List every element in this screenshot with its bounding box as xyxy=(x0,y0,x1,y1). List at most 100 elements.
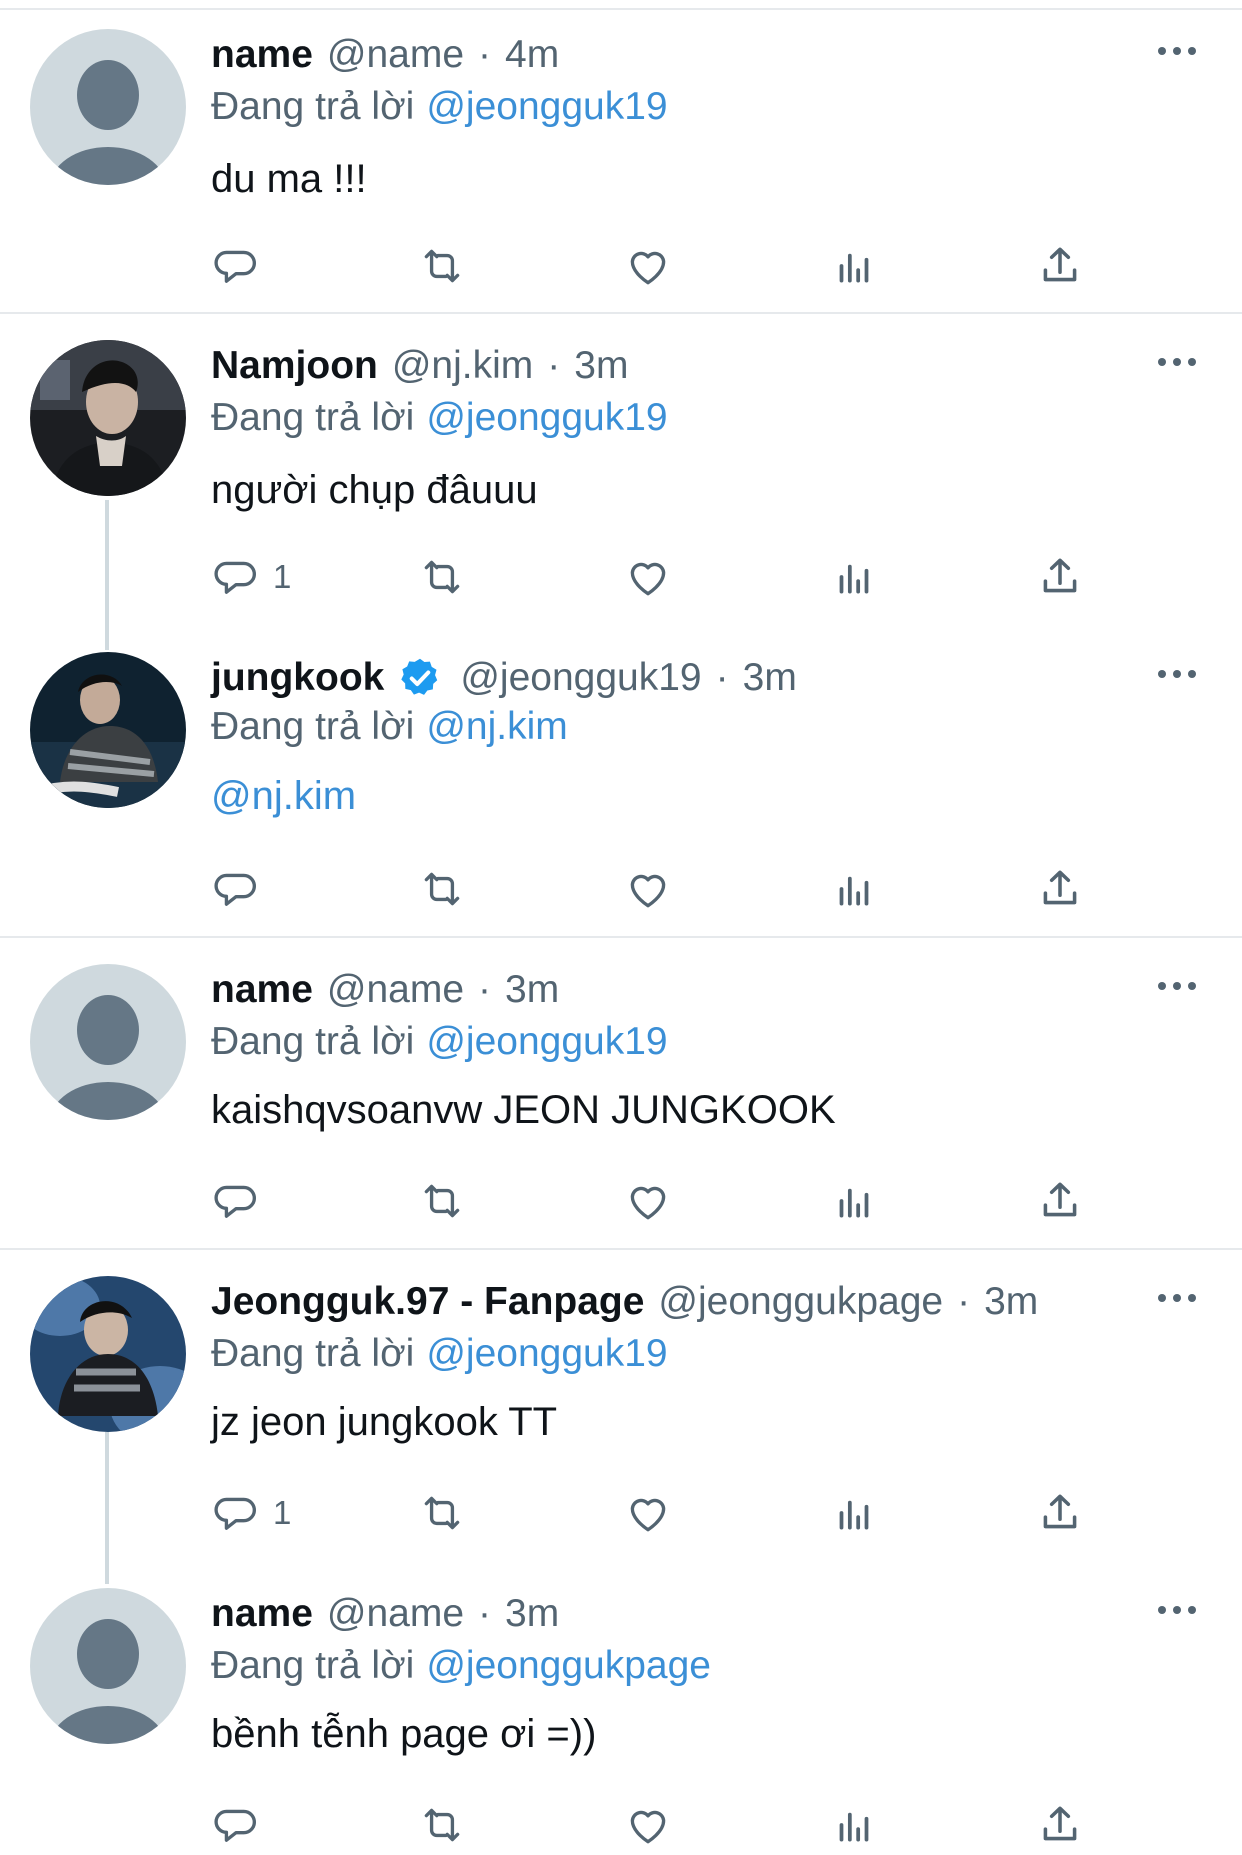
like-button[interactable] xyxy=(623,551,673,603)
more-icon[interactable] xyxy=(1158,668,1196,680)
display-name[interactable]: name xyxy=(211,1590,313,1638)
share-icon xyxy=(1043,558,1077,593)
user-handle[interactable]: @jeonggukpage xyxy=(658,1278,943,1326)
replying-to: Đang trả lời @nj.kim xyxy=(211,703,568,751)
reply-icon xyxy=(214,1497,256,1530)
tweet-text: du ma !!! xyxy=(211,157,367,201)
views-button[interactable] xyxy=(829,1799,879,1851)
share-button[interactable] xyxy=(1035,1799,1085,1851)
tweet-text: người chụp đâuuu xyxy=(211,468,538,512)
reply-button[interactable] xyxy=(211,1799,273,1851)
share-icon xyxy=(1043,1182,1077,1217)
display-name[interactable]: Jeongguk.97 - Fanpage xyxy=(211,1278,644,1326)
avatar[interactable] xyxy=(30,964,186,1120)
action-bar xyxy=(211,863,1242,919)
display-name[interactable]: name xyxy=(211,966,313,1014)
views-button[interactable] xyxy=(829,551,879,603)
tweet-text: kaishqvsoanvw JEON JUNGKOOK xyxy=(211,1088,836,1132)
views-icon xyxy=(839,876,869,906)
heart-icon xyxy=(630,1186,666,1220)
display-name[interactable]: jungkook xyxy=(211,654,384,702)
more-icon[interactable] xyxy=(1158,1604,1196,1616)
user-handle[interactable]: @jeongguk19 xyxy=(460,654,701,702)
more-icon[interactable] xyxy=(1158,45,1196,57)
avatar[interactable] xyxy=(30,1276,186,1432)
views-icon xyxy=(839,253,869,283)
share-button[interactable] xyxy=(1035,1487,1085,1539)
views-button[interactable] xyxy=(829,240,879,292)
mention-link[interactable]: @jeongguk19 xyxy=(426,1020,667,1063)
heart-icon xyxy=(630,1498,666,1532)
replying-to: Đang trả lời @jeongguk19 xyxy=(211,394,668,442)
more-icon[interactable] xyxy=(1158,356,1196,368)
avatar[interactable] xyxy=(30,1588,186,1744)
heart-icon xyxy=(630,562,666,596)
timestamp[interactable]: 3m xyxy=(574,342,628,390)
display-name[interactable]: name xyxy=(211,31,313,79)
heart-icon xyxy=(630,251,666,285)
default-avatar-icon xyxy=(30,1588,186,1744)
retweet-button[interactable] xyxy=(417,1175,467,1227)
timestamp[interactable]: 3m xyxy=(743,654,797,702)
display-name[interactable]: Namjoon xyxy=(211,342,378,390)
tweet-text[interactable]: @nj.kim xyxy=(211,772,356,820)
more-icon[interactable] xyxy=(1158,1292,1196,1304)
more-icon[interactable] xyxy=(1158,980,1196,992)
reply-button[interactable]: 1 xyxy=(211,1487,291,1539)
replying-to-label: Đang trả lời xyxy=(211,1332,415,1375)
like-button[interactable] xyxy=(623,1487,673,1539)
tweet-divider xyxy=(0,1248,1242,1250)
photo-avatar-icon xyxy=(30,652,186,808)
timestamp[interactable]: 3m xyxy=(984,1278,1038,1326)
mention-link[interactable]: @jeongguk19 xyxy=(426,1332,667,1375)
user-handle[interactable]: @nj.kim xyxy=(392,342,533,390)
retweet-button[interactable] xyxy=(417,1487,467,1539)
like-button[interactable] xyxy=(623,240,673,292)
views-button[interactable] xyxy=(829,1487,879,1539)
action-bar: 1 xyxy=(211,1487,1242,1543)
reply-button[interactable] xyxy=(211,1175,273,1227)
avatar[interactable] xyxy=(30,29,186,185)
photo-avatar-icon xyxy=(30,340,186,496)
timestamp[interactable]: 3m xyxy=(505,966,559,1014)
retweet-icon xyxy=(424,249,460,283)
mention-link[interactable]: @nj.kim xyxy=(426,705,567,748)
share-button[interactable] xyxy=(1035,240,1085,292)
reply-button[interactable] xyxy=(211,240,273,292)
replying-to: Đang trả lời @jeongguk19 xyxy=(211,1330,668,1378)
replying-to: Đang trả lời @jeongguk19 xyxy=(211,83,668,131)
retweet-button[interactable] xyxy=(417,1799,467,1851)
views-button[interactable] xyxy=(829,863,879,915)
tweet-header: name @name · 3m xyxy=(211,966,559,1014)
share-button[interactable] xyxy=(1035,551,1085,603)
reply-button[interactable]: 1 xyxy=(211,551,291,603)
user-handle[interactable]: @name xyxy=(327,31,464,79)
thread-line xyxy=(105,1432,109,1584)
avatar[interactable] xyxy=(30,652,186,808)
action-bar xyxy=(211,1799,1242,1855)
mention-link[interactable]: @jeongguk19 xyxy=(426,85,667,128)
timestamp[interactable]: 4m xyxy=(505,31,559,79)
user-handle[interactable]: @name xyxy=(327,1590,464,1638)
reply-button[interactable] xyxy=(211,863,273,915)
share-button[interactable] xyxy=(1035,1175,1085,1227)
mention-link[interactable]: @jeongguk19 xyxy=(426,396,667,439)
views-button[interactable] xyxy=(829,1175,879,1227)
action-bar: 1 xyxy=(211,551,1242,607)
retweet-button[interactable] xyxy=(417,240,467,292)
like-button[interactable] xyxy=(623,1175,673,1227)
retweet-icon xyxy=(424,1184,460,1218)
share-button[interactable] xyxy=(1035,863,1085,915)
mention-link[interactable]: @jeonggukpage xyxy=(426,1644,711,1687)
user-handle[interactable]: @name xyxy=(327,966,464,1014)
like-button[interactable] xyxy=(623,1799,673,1851)
replying-to-label: Đang trả lời xyxy=(211,705,415,748)
views-icon xyxy=(839,1812,869,1842)
retweet-button[interactable] xyxy=(417,863,467,915)
like-button[interactable] xyxy=(623,863,673,915)
tweet-text: bềnh tễnh page ơi =)) xyxy=(211,1712,597,1756)
avatar[interactable] xyxy=(30,340,186,496)
retweet-button[interactable] xyxy=(417,551,467,603)
default-avatar-icon xyxy=(30,29,186,185)
timestamp[interactable]: 3m xyxy=(505,1590,559,1638)
